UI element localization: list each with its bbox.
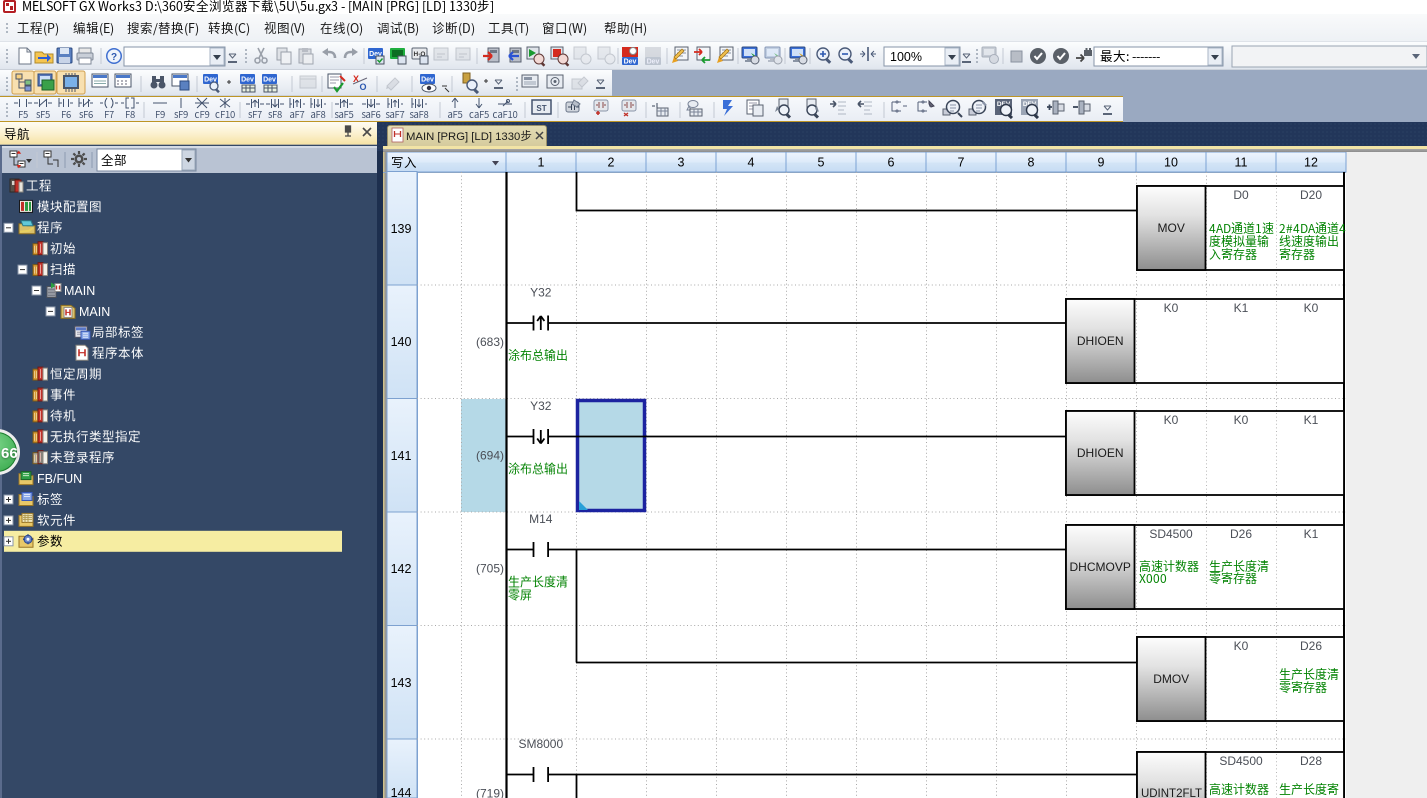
svg-text:140: 140 — [391, 335, 412, 349]
svg-text:144: 144 — [391, 786, 412, 798]
svg-text:4: 4 — [748, 156, 755, 170]
svg-text:(683): (683) — [476, 335, 504, 349]
svg-text:142: 142 — [391, 562, 412, 576]
svg-text:1: 1 — [538, 156, 545, 170]
svg-text:8: 8 — [1028, 156, 1035, 170]
svg-text:?: ? — [111, 52, 117, 63]
svg-text:(705): (705) — [476, 562, 504, 576]
svg-text:SD4500: SD4500 — [1149, 527, 1193, 541]
svg-text:M14: M14 — [529, 512, 553, 526]
svg-text:DHIOEN: DHIOEN — [1077, 446, 1124, 460]
svg-text:MAIN [PRG] [LD] 1330: MAIN [PRG] [LD] 1330 — [406, 131, 520, 143]
svg-text:K1: K1 — [1304, 413, 1319, 427]
svg-text:K0: K0 — [1304, 301, 1319, 315]
svg-text:139: 139 — [391, 222, 412, 236]
svg-text:K1: K1 — [1304, 527, 1319, 541]
svg-text:Y32: Y32 — [530, 399, 552, 413]
svg-text:SM8000: SM8000 — [518, 737, 563, 751]
svg-text:K0: K0 — [1164, 413, 1179, 427]
svg-text:(719): (719) — [476, 787, 504, 798]
svg-text:6: 6 — [888, 156, 895, 170]
svg-text:D28: D28 — [1300, 754, 1322, 768]
svg-text:9: 9 — [1098, 156, 1105, 170]
svg-text:K0: K0 — [1234, 639, 1249, 653]
svg-text:D20: D20 — [1300, 188, 1322, 202]
svg-text:7: 7 — [958, 156, 965, 170]
svg-text:MAIN: MAIN — [79, 305, 110, 319]
svg-text:3: 3 — [678, 156, 685, 170]
svg-text:O: O — [359, 82, 366, 92]
svg-text:Dev: Dev — [624, 59, 637, 66]
svg-text:K1: K1 — [1234, 301, 1249, 315]
svg-text:DHCMOVP: DHCMOVP — [1070, 560, 1131, 574]
svg-text:D26: D26 — [1300, 639, 1322, 653]
svg-text:K0: K0 — [1234, 413, 1249, 427]
svg-text:100%: 100% — [890, 50, 922, 64]
svg-text:Y32: Y32 — [530, 286, 552, 300]
svg-text:SD4500: SD4500 — [1219, 754, 1263, 768]
svg-text:141: 141 — [391, 449, 412, 463]
svg-text:11: 11 — [1235, 156, 1248, 170]
svg-text:D26: D26 — [1230, 527, 1252, 541]
svg-text:5: 5 — [818, 156, 825, 170]
svg-text:UDINT2FLT: UDINT2FLT — [1141, 788, 1202, 798]
svg-text:Dev: Dev — [263, 77, 276, 84]
svg-text:DMOV: DMOV — [1153, 672, 1189, 686]
svg-text:ST: ST — [536, 104, 546, 113]
svg-text:Dev: Dev — [421, 77, 434, 84]
svg-text:K0: K0 — [1164, 301, 1179, 315]
svg-text:DHIOEN: DHIOEN — [1077, 334, 1124, 348]
svg-text:MOV: MOV — [1158, 221, 1185, 235]
svg-text:MAIN: MAIN — [64, 284, 95, 298]
svg-text:2: 2 — [608, 156, 615, 170]
svg-text:(694): (694) — [476, 449, 504, 463]
svg-text:D0: D0 — [1233, 188, 1249, 202]
svg-text:10: 10 — [1164, 156, 1178, 170]
svg-text:FB/FUN: FB/FUN — [37, 472, 82, 486]
svg-text:143: 143 — [391, 676, 412, 690]
svg-text:12: 12 — [1304, 156, 1318, 170]
svg-text:Dev: Dev — [241, 77, 254, 84]
svg-text:Dev: Dev — [647, 59, 660, 66]
